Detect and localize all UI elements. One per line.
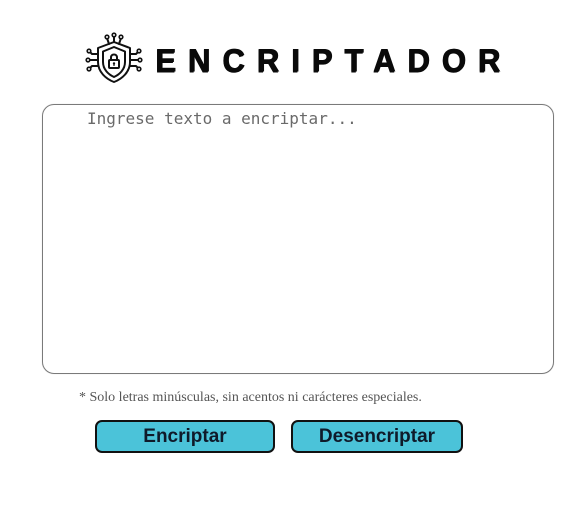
text-input[interactable] <box>43 105 553 373</box>
input-hint: * Solo letras minúsculas, sin acentos ni… <box>79 390 422 405</box>
shield-lock-circuit-icon <box>85 32 143 83</box>
encrypt-button[interactable]: Encriptar <box>95 420 275 453</box>
text-input-container <box>42 104 554 374</box>
decrypt-button[interactable]: Desencriptar <box>291 420 463 453</box>
app-title: ENCRIPTADOR <box>155 42 513 79</box>
app-header: ENCRIPTADOR <box>85 32 512 90</box>
